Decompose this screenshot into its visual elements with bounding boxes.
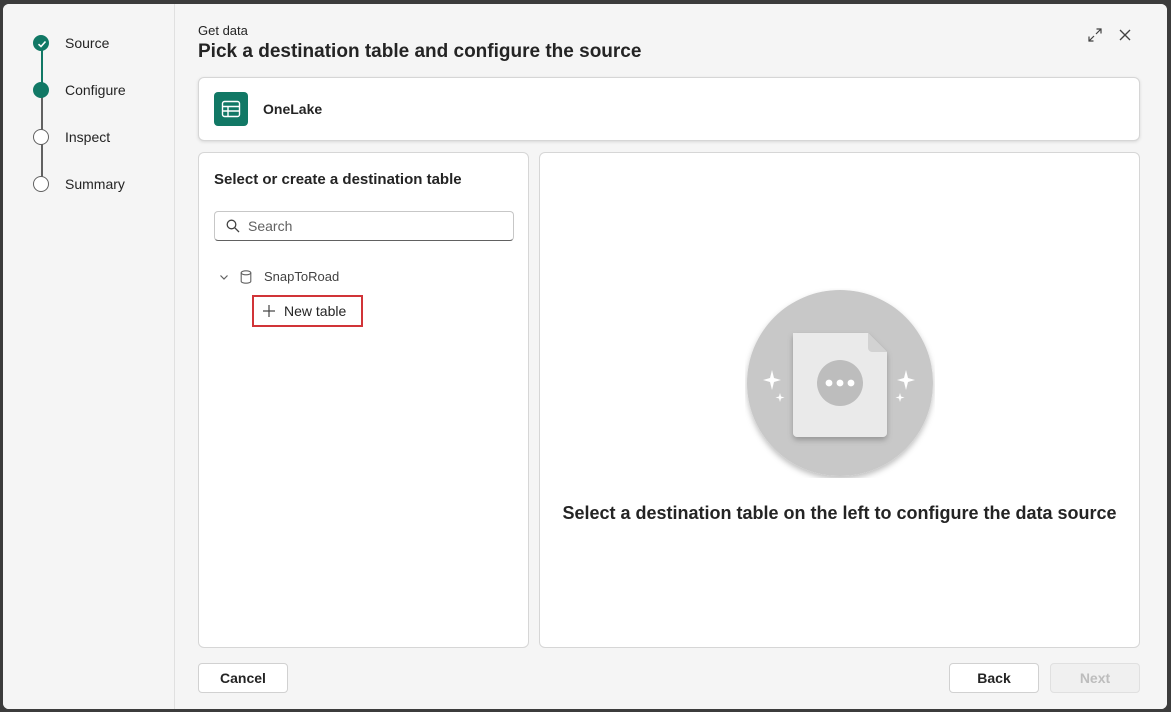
back-button[interactable]: Back bbox=[949, 663, 1039, 693]
step-pending-indicator bbox=[33, 129, 49, 145]
next-button[interactable]: Next bbox=[1050, 663, 1140, 693]
new-table-button[interactable]: New table bbox=[252, 295, 363, 327]
source-card: OneLake bbox=[198, 77, 1140, 141]
get-data-dialog: Source Configure Inspect Summary Get dat… bbox=[3, 4, 1167, 709]
preview-panel: Select a destination table on the left t… bbox=[539, 152, 1140, 648]
step-label: Inspect bbox=[65, 129, 111, 145]
file-placeholder-icon bbox=[745, 288, 935, 483]
chevron-down-icon[interactable] bbox=[219, 272, 229, 282]
step-configure[interactable]: Configure bbox=[33, 78, 126, 102]
database-icon bbox=[240, 269, 252, 284]
search-box[interactable] bbox=[214, 211, 514, 241]
step-label: Source bbox=[65, 35, 110, 51]
dialog-subtitle: Get data bbox=[198, 23, 248, 38]
search-icon bbox=[226, 219, 240, 233]
destination-panel: Select or create a destination table Sea… bbox=[198, 152, 529, 648]
search-input[interactable] bbox=[248, 218, 498, 234]
dialog-content: Get data Pick a destination table and co… bbox=[175, 4, 1167, 709]
step-label: Summary bbox=[65, 176, 125, 192]
tree-item-database[interactable]: SnapToRoad bbox=[219, 269, 339, 284]
step-inspect[interactable]: Inspect bbox=[33, 125, 110, 149]
dialog-title: Pick a destination table and configure t… bbox=[198, 41, 642, 62]
empty-state-message: Select a destination table on the left t… bbox=[562, 503, 1117, 523]
new-table-label: New table bbox=[284, 303, 347, 319]
close-icon[interactable] bbox=[1114, 24, 1136, 46]
step-active-indicator bbox=[33, 82, 49, 98]
database-name: SnapToRoad bbox=[264, 269, 340, 284]
source-name: OneLake bbox=[263, 101, 323, 117]
check-icon bbox=[33, 35, 49, 51]
step-source[interactable]: Source bbox=[33, 31, 109, 55]
expand-icon[interactable] bbox=[1084, 24, 1106, 46]
cancel-button[interactable]: Cancel bbox=[198, 663, 288, 693]
plus-icon bbox=[262, 304, 276, 318]
step-summary[interactable]: Summary bbox=[33, 172, 125, 196]
onelake-table-icon bbox=[214, 92, 248, 126]
wizard-stepper: Source Configure Inspect Summary bbox=[3, 4, 175, 709]
step-pending-indicator bbox=[33, 176, 49, 192]
destination-panel-title: Select or create a destination table bbox=[214, 171, 462, 188]
step-label: Configure bbox=[65, 82, 126, 98]
